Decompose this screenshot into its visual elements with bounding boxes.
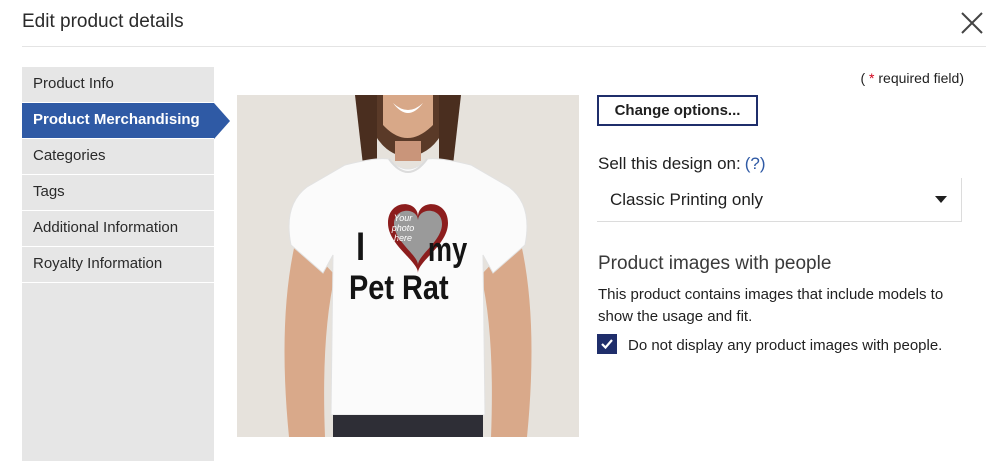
heart-placeholder: Your photo here (378, 213, 428, 243)
sidebar-item-label: Additional Information (33, 219, 179, 236)
required-note-text: required field) (874, 70, 964, 86)
sidebar-item-royalty-information[interactable]: Royalty Information (22, 247, 214, 283)
heart-placeholder-line: here (393, 233, 412, 243)
chevron-down-icon (935, 196, 947, 203)
sidebar-item-tags[interactable]: Tags (22, 175, 214, 211)
close-icon[interactable] (958, 9, 986, 37)
heart-placeholder-line: Your (393, 213, 413, 223)
title-divider (22, 46, 986, 47)
sidebar-item-label: Tags (33, 183, 65, 200)
sidebar-item-label: Product Merchandising (33, 111, 200, 128)
active-arrow (214, 103, 230, 139)
hide-people-checkbox[interactable] (597, 334, 617, 354)
sell-design-select[interactable]: Classic Printing only (597, 178, 962, 222)
sidebar-item-categories[interactable]: Categories (22, 139, 214, 175)
sidebar-item-label: Categories (33, 147, 106, 164)
sidebar-item-product-merchandising[interactable]: Product Merchandising (22, 103, 230, 139)
product-image: Your photo here I my Pet Rat (237, 95, 579, 437)
hide-people-label[interactable]: Do not display any product images with p… (628, 337, 942, 354)
sidebar: Product Info Product Merchandising Categ… (22, 67, 230, 461)
checkmark-icon (601, 339, 613, 350)
shirt-text-my: my (427, 231, 468, 269)
people-section-description: This product contains images that includ… (598, 286, 944, 325)
heart-placeholder-line: photo (391, 223, 415, 233)
sell-design-label: Sell this design on: (?) (598, 154, 765, 174)
people-section-title: Product images with people (598, 253, 832, 274)
required-note-open: ( (860, 70, 870, 86)
sidebar-item-label: Royalty Information (33, 255, 163, 272)
sell-help-link[interactable]: (?) (745, 154, 766, 173)
sidebar-item-additional-information[interactable]: Additional Information (22, 211, 214, 247)
sidebar-item-label: Product Info (33, 75, 114, 92)
required-field-note: ( * required field) (860, 70, 964, 86)
select-value: Classic Printing only (610, 190, 764, 209)
sell-label-text: Sell this design on: (598, 154, 741, 173)
shirt-text-pet-rat: Pet Rat (349, 269, 449, 307)
change-options-button[interactable]: Change options... (597, 95, 758, 126)
shirt-text-i: I (356, 225, 366, 269)
dialog-title: Edit product details (22, 11, 184, 32)
sidebar-item-product-info[interactable]: Product Info (22, 67, 214, 103)
